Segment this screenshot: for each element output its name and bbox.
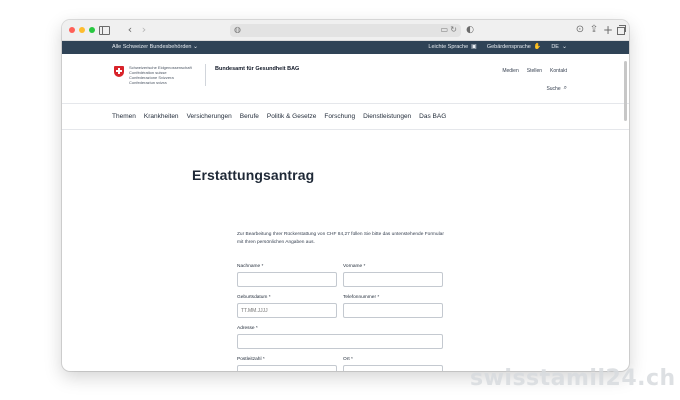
nav-item-forschung[interactable]: Forschung <box>324 113 355 120</box>
confederation-names: Schweizerische Eidgenossenschaft Confédé… <box>129 65 192 85</box>
all-authorities-label: Alle Schweizer Bundesbehörden <box>112 44 192 50</box>
easy-language-link[interactable]: Leichte Sprache ▣ <box>428 44 476 50</box>
geburtsdatum-label: Geburtsdatum * <box>237 295 271 300</box>
page-title: Erstattungsantrag <box>192 167 315 183</box>
confed-line-rm: Confederaziun svizra <box>129 80 167 85</box>
intro-text: Zur Bearbeitung Ihrer Rückerstattung von… <box>237 232 444 245</box>
language-selector[interactable]: DE ⌄ <box>551 44 567 50</box>
nav-item-themen[interactable]: Themen <box>112 113 136 120</box>
browser-toolbar: ‹ › ◍ ▭ ↻ ◐ ⊙ ⇪ + <box>62 20 629 41</box>
search-button[interactable]: Suche ⌕ <box>546 85 567 92</box>
browser-window: ‹ › ◍ ▭ ↻ ◐ ⊙ ⇪ + Alle Schweizer Bundesb… <box>62 20 629 371</box>
telefon-label: Telefonnummer * <box>343 295 380 300</box>
address-bar[interactable]: ◍ ▭ ↻ <box>230 24 461 37</box>
window-controls <box>69 27 95 33</box>
language-label: DE <box>551 44 559 50</box>
tab-overview-icon[interactable] <box>615 24 627 36</box>
sign-language-link[interactable]: Gebärdensprache ✋ <box>487 44 542 50</box>
telefon-input[interactable] <box>343 303 443 318</box>
nachname-label: Nachname * <box>237 264 264 269</box>
privacy-report-icon[interactable]: ◍ <box>234 25 241 34</box>
main-navigation: Themen Krankheiten Versicherungen Berufe… <box>62 104 629 130</box>
jobs-link[interactable]: Stellen <box>527 68 542 74</box>
ort-label: Ort * <box>343 357 353 362</box>
main-content: Erstattungsantrag Zur Bearbeitung Ihrer … <box>62 130 629 371</box>
shield-icon[interactable]: ◐ <box>464 24 476 36</box>
watermark: swisstamil24.ch <box>470 366 676 391</box>
nav-item-das-bag[interactable]: Das BAG <box>419 113 446 120</box>
sidebar-toggle-icon[interactable] <box>98 24 110 36</box>
nav-item-dienstleistungen[interactable]: Dienstleistungen <box>363 113 411 120</box>
office-name[interactable]: Bundesamt für Gesundheit BAG <box>215 66 299 72</box>
chevron-down-icon: ⌄ <box>561 44 567 50</box>
ort-input[interactable] <box>343 365 443 371</box>
adresse-label: Adresse * <box>237 326 258 331</box>
vorname-input[interactable] <box>343 272 443 287</box>
federal-topbar: Alle Schweizer Bundesbehörden ⌄ Leichte … <box>62 41 629 54</box>
nav-item-politik-gesetze[interactable]: Politik & Gesetze <box>267 113 317 120</box>
postleitzahl-input[interactable] <box>237 365 337 371</box>
easy-language-icon: ▣ <box>471 44 477 50</box>
adresse-input[interactable] <box>237 334 443 349</box>
all-authorities-dropdown[interactable]: Alle Schweizer Bundesbehörden ⌄ <box>112 44 198 50</box>
reader-reload-icons[interactable]: ▭ ↻ <box>441 25 457 34</box>
header-divider <box>205 64 206 86</box>
sign-language-label: Gebärdensprache <box>486 44 531 50</box>
back-arrow-icon[interactable]: ‹ <box>124 24 136 36</box>
nav-item-krankheiten[interactable]: Krankheiten <box>144 113 179 120</box>
nachname-input[interactable] <box>237 272 337 287</box>
media-link[interactable]: Medien <box>502 68 518 74</box>
search-label: Suche <box>546 85 561 92</box>
minimize-window-button[interactable] <box>79 27 85 33</box>
new-tab-icon[interactable]: + <box>602 24 614 36</box>
forward-arrow-icon[interactable]: › <box>138 24 150 36</box>
zoom-window-button[interactable] <box>89 27 95 33</box>
swiss-cross-logo[interactable] <box>114 66 124 77</box>
contact-link[interactable]: Kontakt <box>550 68 567 74</box>
sign-language-icon: ✋ <box>533 44 542 50</box>
chevron-down-icon: ⌄ <box>193 44 199 50</box>
nav-item-versicherungen[interactable]: Versicherungen <box>187 113 232 120</box>
postleitzahl-label: Postleitzahl * <box>237 357 265 362</box>
easy-language-label: Leichte Sprache <box>428 44 469 50</box>
vorname-label: Vorname * <box>343 264 366 269</box>
geburtsdatum-input[interactable] <box>237 303 337 318</box>
search-icon: ⌕ <box>563 85 567 91</box>
close-window-button[interactable] <box>69 27 75 33</box>
nav-item-berufe[interactable]: Berufe <box>240 113 259 120</box>
download-icon[interactable]: ⊙ <box>574 24 586 36</box>
site-header: Schweizerische Eidgenossenschaft Confédé… <box>62 54 629 104</box>
topbar-links: Leichte Sprache ▣ Gebärdensprache ✋ DE ⌄ <box>428 44 567 50</box>
header-links: Medien Stellen Kontakt <box>502 68 567 74</box>
page-scrollbar[interactable] <box>624 61 627 121</box>
share-icon[interactable]: ⇪ <box>588 24 600 36</box>
